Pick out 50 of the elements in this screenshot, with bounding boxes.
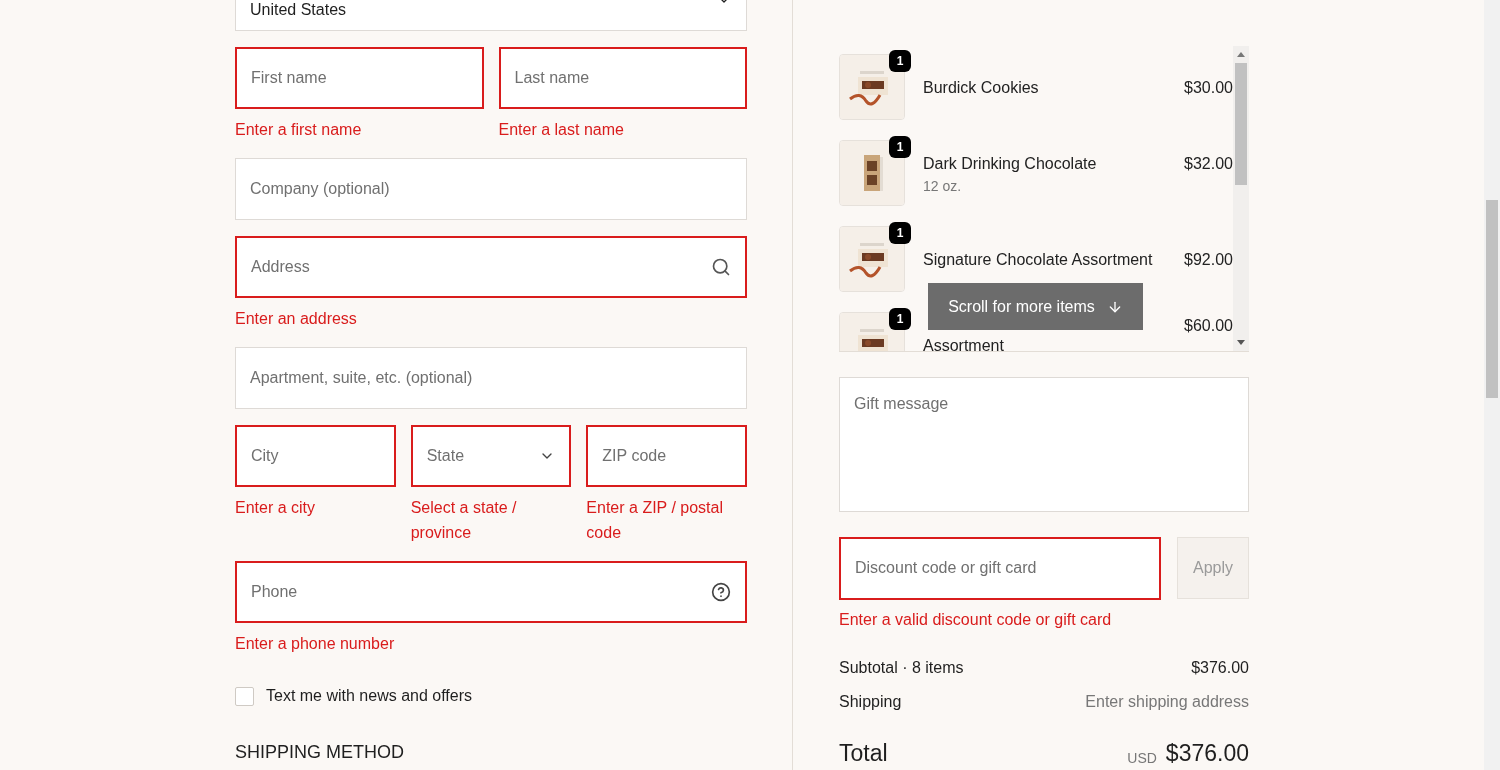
error-message: Select a state / province [410, 498, 518, 543]
page-scrollbar[interactable] [1484, 0, 1500, 770]
checkbox[interactable] [235, 686, 254, 706]
quantity-badge: 1 [889, 308, 911, 330]
error-message: Enter a valid discount code or gift card [839, 609, 1113, 630]
scrollbar[interactable] [1233, 46, 1249, 351]
subtotal-value: $376.00 [1191, 657, 1249, 678]
scroll-hint[interactable]: Scroll for more items [928, 283, 1143, 330]
product-price: $60.00 [1184, 316, 1233, 336]
country-select[interactable]: United States [235, 0, 747, 31]
product-price: $92.00 [1184, 249, 1233, 270]
input-field[interactable]: Address [235, 236, 747, 298]
discount-field[interactable]: Discount code or gift card [839, 536, 1161, 600]
product-name: Assortment [923, 336, 1004, 351]
gift-message-field[interactable]: Gift message [839, 377, 1249, 512]
checkbox-label: Text me with news and offers [266, 686, 473, 706]
input-field[interactable]: City [235, 425, 396, 487]
product-price: $32.00 [1184, 153, 1233, 174]
quantity-badge: 1 [889, 222, 911, 244]
section-heading: SHIPPING METHOD [235, 741, 405, 764]
error-message: Enter an address [235, 309, 358, 329]
help-icon [711, 582, 731, 602]
product-name: Burdick Cookies [923, 77, 1039, 98]
product-name: Signature Chocolate Assortment [923, 249, 1153, 270]
scroll-up-icon[interactable] [1237, 52, 1245, 57]
product-name: Dark Drinking Chocolate [923, 153, 1097, 174]
error-message: Enter a first name [235, 120, 363, 140]
input-field[interactable]: Phone [235, 561, 747, 623]
quantity-badge: 1 [889, 136, 911, 158]
error-message: Enter a city [235, 498, 317, 518]
page-scrollbar-thumb[interactable] [1486, 200, 1498, 398]
total-value: $376.00 [1165, 738, 1249, 768]
shipping-label: Shipping [839, 691, 902, 712]
shipping-value: Enter shipping address [1085, 691, 1249, 712]
error-message: Enter a ZIP / postal code [586, 498, 724, 543]
input-field[interactable]: Last name [498, 47, 747, 109]
subtotal-label: Subtotal · 8 items [839, 657, 964, 678]
quantity-badge: 1 [889, 50, 911, 72]
input-field[interactable]: First name [235, 47, 484, 109]
search-icon [711, 257, 731, 277]
state-select[interactable]: State [410, 425, 572, 487]
product-price: $30.00 [1184, 77, 1233, 98]
input-field[interactable]: ZIP code [586, 425, 747, 487]
product-variant: 12 oz. [923, 176, 963, 196]
error-message: Enter a phone number [235, 634, 396, 654]
error-message: Enter a last name [498, 120, 625, 140]
total-label: Total [839, 738, 888, 768]
scroll-down-icon[interactable] [1237, 340, 1245, 345]
scrollbar-thumb[interactable] [1235, 63, 1247, 185]
currency-code: USD [1127, 749, 1157, 768]
